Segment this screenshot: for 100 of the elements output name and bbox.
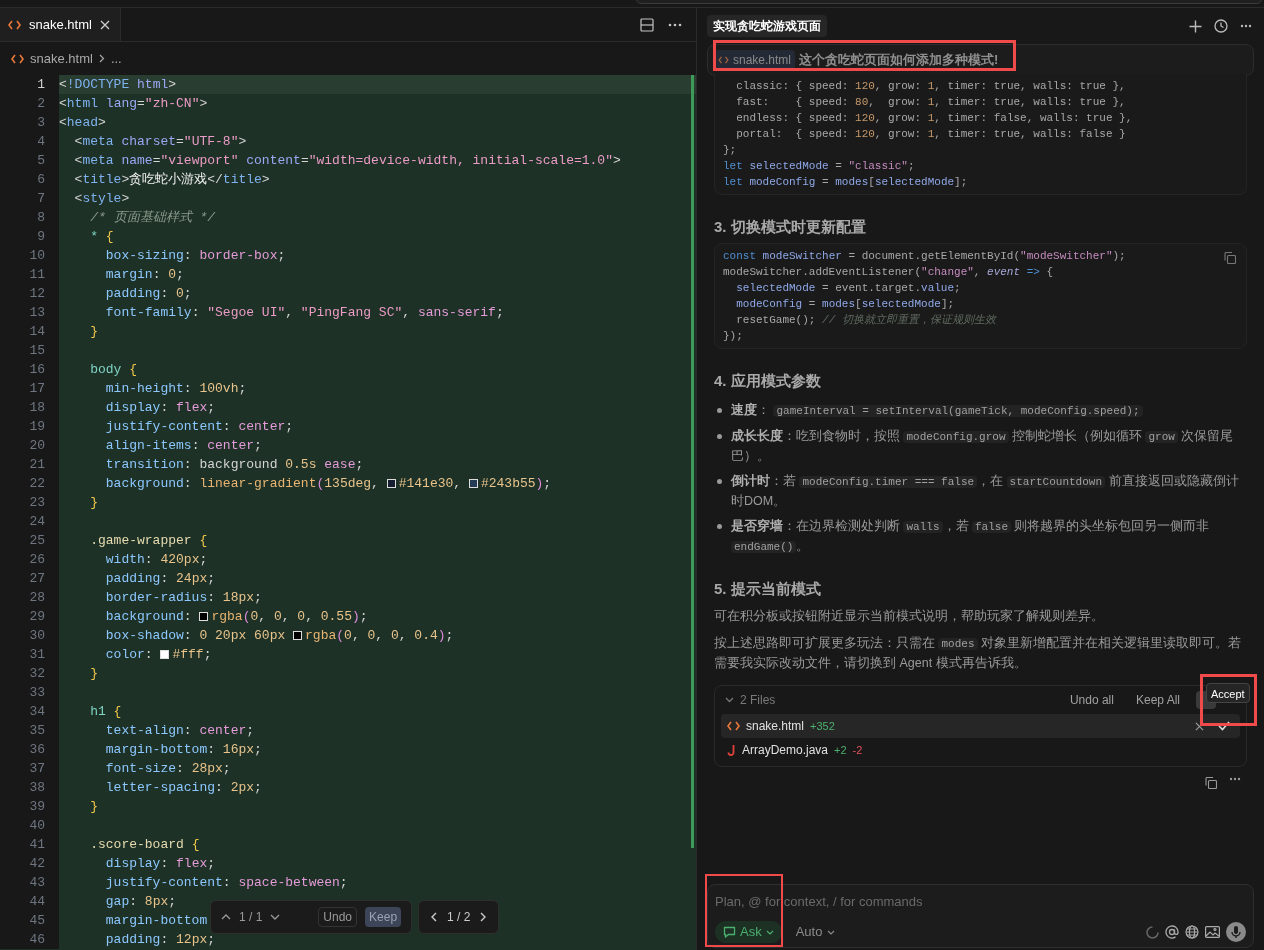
code-line: min-height: 100vh; [104,381,247,396]
section-heading: 4. 应用模式参数 [714,371,822,391]
mention-icon[interactable] [1165,925,1179,939]
image-icon[interactable] [1205,926,1220,938]
model-dropdown[interactable]: Auto [791,921,840,943]
line-number: 18 [0,398,59,417]
accept-icon[interactable] [1218,721,1230,731]
bullet-item: 速度： gameInterval = setInterval(gameTick, modeConfig.speed); [714,401,1247,421]
code-line: selectedMode = event.target.value; [735,282,961,294]
chevron-right-icon[interactable] [480,912,487,922]
line-number: 28 [0,588,59,607]
close-icon[interactable] [99,19,110,30]
globe-icon[interactable] [1185,925,1199,939]
paragraph: 按上述思路即可扩展更多玩法：只需在 modes 对象里新增配置并在相关逻辑里读取即可。若需要我实际改动文件，请切换到 Agent 模式再告诉我。 [714,635,1242,672]
undo-all-button[interactable]: Undo all [1065,691,1118,709]
bullet-item: 成长长度：吃到食物时，按照 modeConfig.grow 控制蛇增长（例如循环 grow 次保留尾巴）。 [714,427,1247,466]
code-line: transition: background 0.5s ease; [104,457,364,472]
code-line: font-family: "Segoe UI", "PingFang SC", sans-serif; [104,305,504,320]
code-line: <style> [73,191,130,206]
code-line: let selectedMode = "classic"; [723,160,915,172]
more-icon[interactable] [668,22,682,27]
code-line: modeConfig = modes[selectedMode]; [735,298,955,310]
java-file-icon [727,744,736,756]
code-line: * { [89,229,114,244]
added-count: +2 [834,742,847,758]
section-heading: 3. 切换模式时更新配置 [714,217,867,237]
microphone-icon[interactable] [1226,922,1246,942]
code-line: <title>贪吃蛇小游戏</title> [73,172,270,187]
breadcrumb-item[interactable]: snake.html [30,48,93,69]
plus-icon[interactable] [1189,19,1202,33]
more-icon[interactable] [1240,24,1252,28]
chevron-right-icon [98,54,105,63]
chevron-down-icon[interactable] [725,697,734,703]
code-line: text-align: center; [104,723,255,738]
code-line: color: #fff; [104,647,212,662]
code-line: margin-bottom: 16px; [104,742,262,757]
highlight-frame [1200,674,1257,726]
file-counter: 1 / 2 [447,909,471,926]
copy-icon[interactable] [1224,252,1236,264]
line-number: 5 [0,151,59,170]
line-number: 23 [0,493,59,512]
more-icon[interactable] [1229,777,1241,781]
code-line: padding: 24px; [104,571,216,586]
paragraph: 可在积分板或按钮附近显示当前模式说明，帮助玩家了解规则差异。 [714,608,1105,625]
undo-button[interactable]: Undo [318,907,358,927]
line-number: 31 [0,645,59,664]
keep-button[interactable]: Keep [365,907,402,927]
history-icon[interactable] [1214,19,1228,33]
code-file-icon [11,53,24,64]
line-number: 27 [0,569,59,588]
line-number: 26 [0,550,59,569]
line-number: 42 [0,854,59,873]
chat-title-tab[interactable]: 实现贪吃蛇游戏页面 [707,15,827,37]
message-composer[interactable]: Plan, @ for context, / for commands Ask Auto [707,884,1254,948]
chevron-down-icon [827,929,836,935]
chat-bubble-icon [723,926,736,938]
mode-dropdown[interactable]: Ask [715,921,782,943]
code-line: padding: 12px; [104,932,216,947]
copy-icon[interactable] [1205,777,1217,789]
breadcrumb-item[interactable]: ... [110,48,122,69]
code-line: }); [723,330,743,342]
line-number: 7 [0,189,59,208]
chevron-down-icon[interactable] [270,914,281,920]
keep-all-button[interactable]: Keep All [1131,691,1184,709]
code-line: border-radius: 18px; [104,590,262,605]
code-line: <head> [59,115,106,130]
code-line: gap: 8px; [104,894,177,909]
tooltip: Accept [1206,683,1250,703]
code-line: } [89,799,98,814]
file-row[interactable]: ArrayDemo.java +2 -2 [721,738,1240,762]
removed-count: -2 [852,742,863,758]
code-line: display: flex; [104,400,216,415]
code-line: const modeSwitcher = document.getElementById("modeSwitcher"); [723,250,1126,262]
line-number: 20 [0,436,59,455]
line-number: 19 [0,417,59,436]
file-row[interactable]: snake.html +352 [721,714,1240,738]
code-line: justify-content: center; [104,419,294,434]
code-line: /* 页面基础样式 */ [89,210,215,225]
reject-icon[interactable] [1195,721,1204,731]
code-line: <meta charset="UTF-8"> [73,134,247,149]
editor-tab[interactable]: snake.html [0,8,121,41]
line-number: 32 [0,664,59,683]
code-line: resetGame(); // 切换就立即重置，保证规则生效 [735,314,996,326]
message-text: 这个贪吃蛇页面如何添加多种模式! [799,51,999,70]
line-number: 44 [0,892,59,911]
code-line: body { [89,362,138,377]
code-line: margin-bottom [104,913,208,928]
spinner-icon [1146,925,1159,939]
code-line: portal: { speed: 120, grow: 1, timer: true, walls: false } [735,128,1126,140]
code-line: .game-wrapper { [89,533,208,548]
line-number: 38 [0,778,59,797]
code-line: }; [723,144,737,156]
chevron-up-icon[interactable] [221,914,231,920]
code-line: background: rgba(0, 0, 0, 0.55); [104,609,368,624]
chevron-left-icon[interactable] [431,912,438,922]
line-number: 11 [0,265,59,284]
split-layout-icon[interactable] [640,17,654,32]
code-line: <meta name="viewport" content="width=device-width, initial-scale=1.0"> [73,153,621,168]
line-number: 30 [0,626,59,645]
line-number: 24 [0,512,59,531]
